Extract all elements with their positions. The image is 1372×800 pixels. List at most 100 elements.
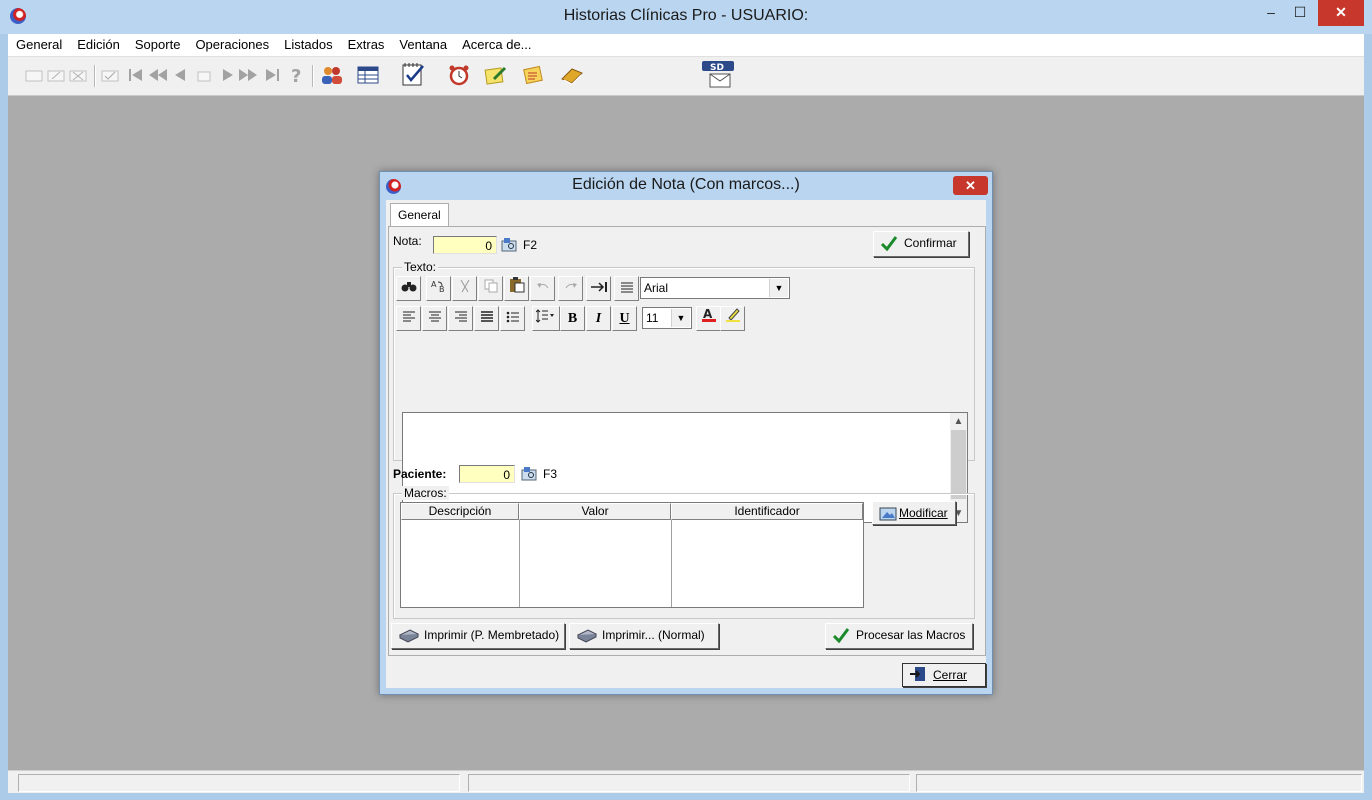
book-icon[interactable] (560, 65, 584, 85)
print-letterhead-button[interactable]: Imprimir (P. Membretado) (391, 623, 565, 649)
delete-record-icon[interactable] (68, 65, 88, 85)
dialog-close-button[interactable]: ✕ (953, 176, 988, 195)
copy-button[interactable] (478, 276, 503, 301)
menu-acerca-de[interactable]: Acerca de... (454, 34, 538, 52)
next-record-icon[interactable] (218, 65, 238, 85)
find-button[interactable] (396, 276, 421, 301)
printer-icon (576, 629, 598, 643)
macros-grid[interactable]: Descripción Valor Identificador (400, 502, 864, 608)
edit-note-dialog: Edición de Nota (Con marcos...) ✕ Genera… (379, 171, 993, 695)
modify-button[interactable]: Modificar (872, 501, 956, 525)
bold-button[interactable]: B (560, 306, 585, 331)
nota-label: Nota: (393, 234, 422, 248)
alarm-clock-icon[interactable] (448, 64, 470, 86)
undo-button[interactable] (530, 276, 555, 301)
print-normal-button[interactable]: Imprimir... (Normal) (569, 623, 719, 649)
last-record-icon[interactable] (262, 65, 282, 85)
font-name-combo[interactable]: Arial ▼ (640, 277, 790, 299)
paragraph-icon (620, 282, 633, 293)
post-record-icon[interactable] (100, 65, 120, 85)
first-record-icon[interactable] (126, 65, 146, 85)
svg-text:A: A (703, 307, 713, 321)
notes-icon[interactable] (522, 65, 546, 85)
next-page-icon[interactable] (238, 65, 258, 85)
grid-divider (519, 520, 520, 607)
confirm-button[interactable]: Confirmar (873, 231, 969, 257)
italic-button[interactable]: I (586, 306, 611, 331)
align-center-button[interactable] (422, 306, 447, 331)
line-spacing-button[interactable] (532, 306, 560, 331)
confirm-label: Confirmar (904, 236, 957, 250)
paciente-id-field[interactable]: 0 (459, 465, 515, 483)
bullet-list-icon (506, 311, 519, 323)
svg-text:B: B (439, 285, 445, 293)
prior-page-icon[interactable] (148, 65, 168, 85)
scroll-thumb[interactable] (951, 430, 966, 499)
scroll-up-icon[interactable]: ▲ (950, 413, 967, 430)
menu-extras[interactable]: Extras (340, 34, 392, 52)
font-name-value: Arial (644, 281, 669, 295)
svg-text:A: A (431, 280, 437, 289)
cut-button[interactable] (452, 276, 477, 301)
line-spacing-icon (535, 309, 554, 323)
justify-button[interactable] (474, 306, 499, 331)
column-header-identificador[interactable]: Identificador (671, 503, 863, 520)
paciente-shortcut-label: F3 (543, 467, 558, 481)
table-icon[interactable] (356, 65, 380, 85)
menu-listados[interactable]: Listados (276, 34, 339, 52)
replace-button[interactable]: AB (426, 276, 451, 301)
paragraph-button[interactable] (614, 276, 639, 301)
grid-divider (671, 520, 672, 607)
paste-icon (509, 277, 524, 293)
binoculars-icon (401, 282, 416, 292)
column-header-descripcion[interactable]: Descripción (401, 503, 519, 520)
prior-record-icon[interactable] (170, 65, 190, 85)
font-size-combo[interactable]: 11 ▼ (642, 307, 692, 329)
justify-icon (480, 311, 493, 322)
cerrar-button[interactable]: Cerrar (902, 663, 986, 687)
help-icon[interactable]: ? (286, 65, 306, 85)
notepad-check-icon[interactable] (400, 61, 426, 87)
refresh-icon[interactable] (194, 65, 214, 85)
lookup-icon[interactable] (521, 466, 537, 481)
patients-icon[interactable] (320, 65, 344, 85)
nota-id-field[interactable]: 0 (433, 236, 497, 254)
sd-mail-icon[interactable]: SD (700, 59, 736, 89)
font-color-button[interactable]: A (696, 306, 721, 331)
menu-edicion[interactable]: Edición (69, 34, 127, 52)
note-edit-icon[interactable] (484, 65, 508, 85)
status-panel-1 (18, 774, 460, 792)
edit-record-icon[interactable] (46, 65, 66, 85)
menu-operaciones[interactable]: Operaciones (187, 34, 276, 52)
lookup-icon[interactable] (501, 237, 517, 252)
chevron-down-icon[interactable]: ▼ (671, 309, 690, 327)
redo-icon (565, 283, 577, 289)
print-letterhead-label: Imprimir (P. Membretado) (424, 628, 560, 642)
tab-general[interactable]: General (390, 203, 449, 226)
close-button[interactable]: ✕ (1318, 0, 1364, 26)
process-macros-button[interactable]: Procesar las Macros (825, 623, 973, 649)
underline-button[interactable]: U (612, 306, 637, 331)
indent-button[interactable] (586, 276, 611, 301)
toolbar-separator (312, 65, 314, 87)
title-bar: Historias Clínicas Pro - USUARIO: – ☐ ✕ (0, 0, 1372, 34)
highlight-button[interactable] (720, 306, 745, 331)
chevron-down-icon[interactable]: ▼ (769, 279, 788, 297)
menu-general[interactable]: General (8, 34, 69, 52)
font-color-icon: A (701, 307, 716, 322)
redo-button[interactable] (558, 276, 583, 301)
menu-ventana[interactable]: Ventana (391, 34, 454, 52)
menu-bar: General Edición Soporte Operaciones Listados… (8, 34, 1364, 57)
column-header-valor[interactable]: Valor (519, 503, 671, 520)
maximize-button[interactable]: ☐ (1283, 0, 1317, 26)
status-bar (8, 770, 1364, 793)
align-left-icon (402, 311, 415, 322)
toolbar-separator (94, 65, 96, 87)
macros-group: Macros: Descripción Valor Identificador … (393, 486, 975, 619)
bullets-button[interactable] (500, 306, 525, 331)
new-record-icon[interactable] (24, 65, 44, 85)
align-right-button[interactable] (448, 306, 473, 331)
paste-button[interactable] (504, 276, 529, 301)
align-left-button[interactable] (396, 306, 421, 331)
menu-soporte[interactable]: Soporte (127, 34, 188, 52)
